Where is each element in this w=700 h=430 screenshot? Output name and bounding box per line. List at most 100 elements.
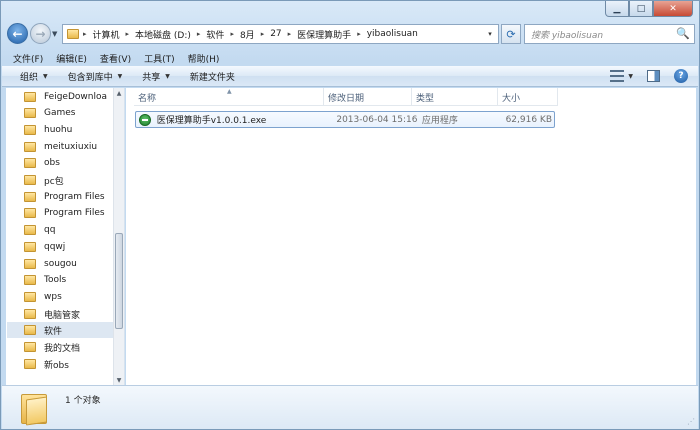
file-size: 62,916 KB bbox=[505, 114, 552, 125]
address-dropdown-button[interactable]: ▾ bbox=[482, 25, 498, 43]
tree-item[interactable]: 电脑管家 bbox=[24, 306, 120, 322]
navigation-pane[interactable]: FeigeDownloa Games huohu meituxiuxiu obs… bbox=[6, 88, 125, 385]
tree-item[interactable]: pc包 bbox=[24, 172, 120, 188]
nav-scrollbar[interactable]: ▲ ▼ bbox=[113, 88, 124, 385]
tree-item[interactable]: sougou bbox=[24, 256, 120, 272]
folder-icon bbox=[67, 29, 79, 39]
folder-icon bbox=[24, 158, 36, 168]
breadcrumb-separator[interactable]: ▸ bbox=[288, 30, 292, 38]
close-button[interactable]: ✕ bbox=[653, 1, 693, 17]
breadcrumb-software[interactable]: 软件 bbox=[206, 28, 224, 41]
folder-icon bbox=[24, 192, 36, 202]
tree-item[interactable]: Tools bbox=[24, 272, 120, 288]
search-icon[interactable]: 🔍 bbox=[676, 27, 690, 40]
organize-button[interactable]: 组织 ▼ bbox=[20, 70, 48, 83]
tree-item-label: wps bbox=[44, 292, 62, 302]
menu-bar: 文件(F) 编辑(E) 查看(V) 工具(T) 帮助(H) bbox=[2, 50, 698, 66]
breadcrumb-separator[interactable]: ▸ bbox=[83, 30, 87, 38]
chevron-down-icon[interactable]: ▼ bbox=[628, 73, 633, 80]
breadcrumb-august[interactable]: 8月 bbox=[240, 28, 255, 41]
file-modified: 2013-06-04 15:16 bbox=[336, 114, 418, 125]
recent-pages-dropdown[interactable]: ▼ bbox=[52, 30, 57, 38]
folder-icon bbox=[24, 259, 36, 269]
tree-item-label: pc包 bbox=[44, 176, 64, 187]
menu-edit[interactable]: 编辑(E) bbox=[56, 52, 87, 65]
tree-item-label: obs bbox=[44, 158, 60, 168]
breadcrumb-separator[interactable]: ▸ bbox=[357, 30, 361, 38]
tree-item[interactable]: Program Files bbox=[24, 205, 120, 221]
tree-item-label: Program Files bbox=[44, 208, 105, 218]
tree-item[interactable]: qqwj bbox=[24, 239, 120, 255]
resize-grip-icon[interactable]: ⋰ bbox=[687, 417, 695, 426]
file-name: 医保理算助手v1.0.0.1.exe bbox=[156, 116, 267, 126]
breadcrumb-separator[interactable]: ▸ bbox=[197, 30, 201, 38]
column-size[interactable]: 大小 bbox=[498, 88, 558, 106]
tree-item[interactable]: 新obs bbox=[24, 356, 120, 372]
breadcrumb-yibao[interactable]: 医保理算助手 bbox=[297, 28, 351, 41]
tree-item[interactable]: FeigeDownloa bbox=[24, 89, 120, 105]
new-folder-button[interactable]: 新建文件夹 bbox=[190, 70, 235, 83]
column-type[interactable]: 类型 bbox=[412, 88, 498, 106]
breadcrumb-local-disk[interactable]: 本地磁盘 (D:) bbox=[135, 28, 191, 41]
tree-item-label: 我的文档 bbox=[44, 343, 81, 354]
tree-item[interactable]: obs bbox=[24, 155, 120, 171]
explorer-window: ▁ □ ✕ ← → ▼ ▸ 计算机 ▸ 本地磁盘 (D:) ▸ 软件 ▸ 8月 bbox=[0, 0, 700, 430]
chevron-down-icon: ▼ bbox=[43, 72, 48, 80]
folder-icon bbox=[24, 342, 36, 352]
tree-item[interactable]: 我的文档 bbox=[24, 339, 120, 355]
breadcrumb-separator[interactable]: ▸ bbox=[230, 30, 234, 38]
help-icon[interactable]: ? bbox=[674, 69, 688, 83]
breadcrumb: ▸ 8月 bbox=[230, 28, 254, 41]
folder-icon bbox=[24, 175, 36, 185]
breadcrumb-computer[interactable]: 计算机 bbox=[93, 28, 120, 41]
breadcrumb-separator[interactable]: ▸ bbox=[261, 30, 265, 38]
breadcrumb-27[interactable]: 27 bbox=[270, 29, 281, 39]
share-button[interactable]: 共享 ▼ bbox=[142, 70, 170, 83]
breadcrumb-separator[interactable]: ▸ bbox=[126, 30, 130, 38]
share-label: 共享 bbox=[142, 72, 161, 83]
chevron-down-icon: ▼ bbox=[165, 72, 170, 80]
menu-tools[interactable]: 工具(T) bbox=[144, 52, 175, 65]
file-list-pane[interactable]: 名称 修改日期 类型 大小 ▲ 医保理算助手v1.0.0.1.exe 2013-… bbox=[126, 88, 696, 385]
breadcrumb-yibaolisuan[interactable]: yibaolisuan bbox=[367, 29, 418, 39]
scroll-down-icon[interactable]: ▼ bbox=[114, 375, 124, 385]
column-headers: 名称 修改日期 类型 大小 bbox=[134, 88, 558, 106]
item-count: 1 个对象 bbox=[65, 396, 101, 406]
tree-item[interactable]: wps bbox=[24, 289, 120, 305]
window-controls: ▁ □ ✕ bbox=[605, 1, 693, 17]
folder-icon bbox=[24, 108, 36, 118]
refresh-button[interactable]: ⟳ bbox=[501, 24, 521, 44]
tree-item-label: Tools bbox=[44, 275, 67, 285]
tree-item[interactable]: meituxiuxiu bbox=[24, 139, 120, 155]
folder-icon bbox=[24, 325, 36, 335]
back-button[interactable]: ← bbox=[7, 23, 28, 44]
folder-icon bbox=[24, 225, 36, 235]
search-input[interactable]: 搜索 yibaolisuan 🔍 bbox=[524, 24, 695, 44]
view-options-icon[interactable] bbox=[610, 70, 625, 82]
tree-item[interactable]: Games bbox=[24, 105, 120, 121]
tree-item[interactable]: Program Files bbox=[24, 189, 120, 205]
breadcrumb: ▸ 医保理算助手 bbox=[288, 28, 352, 41]
column-modified[interactable]: 修改日期 bbox=[324, 88, 412, 106]
menu-view[interactable]: 查看(V) bbox=[100, 52, 131, 65]
folder-icon bbox=[24, 208, 36, 218]
tree-item-label: meituxiuxiu bbox=[44, 142, 98, 152]
file-row[interactable]: 医保理算助手v1.0.0.1.exe 2013-06-04 15:16 应用程序… bbox=[135, 111, 555, 128]
navigation-row: ← → ▼ ▸ 计算机 ▸ 本地磁盘 (D:) ▸ 软件 ▸ 8月 ▸ 27 ▸… bbox=[7, 23, 695, 45]
include-in-library-button[interactable]: 包含到库中 ▼ bbox=[68, 70, 123, 83]
breadcrumb: ▸ 计算机 bbox=[83, 28, 120, 41]
scroll-up-icon[interactable]: ▲ bbox=[114, 88, 124, 98]
scroll-thumb[interactable] bbox=[115, 233, 123, 329]
preview-pane-icon[interactable] bbox=[647, 70, 660, 82]
menu-file[interactable]: 文件(F) bbox=[13, 52, 43, 65]
address-bar[interactable]: ▸ 计算机 ▸ 本地磁盘 (D:) ▸ 软件 ▸ 8月 ▸ 27 ▸ 医保理算助… bbox=[62, 24, 499, 44]
tree-item[interactable]: huohu bbox=[24, 122, 120, 138]
minimize-button[interactable]: ▁ bbox=[605, 1, 629, 17]
menu-help[interactable]: 帮助(H) bbox=[188, 52, 220, 65]
tree-item[interactable]: qq bbox=[24, 222, 120, 238]
tree-item-selected[interactable]: 软件 bbox=[7, 322, 115, 338]
back-arrow-icon: ← bbox=[12, 26, 23, 41]
forward-button[interactable]: → bbox=[30, 23, 51, 44]
maximize-button[interactable]: □ bbox=[629, 1, 653, 17]
breadcrumb: ▸ 本地磁盘 (D:) bbox=[126, 28, 191, 41]
